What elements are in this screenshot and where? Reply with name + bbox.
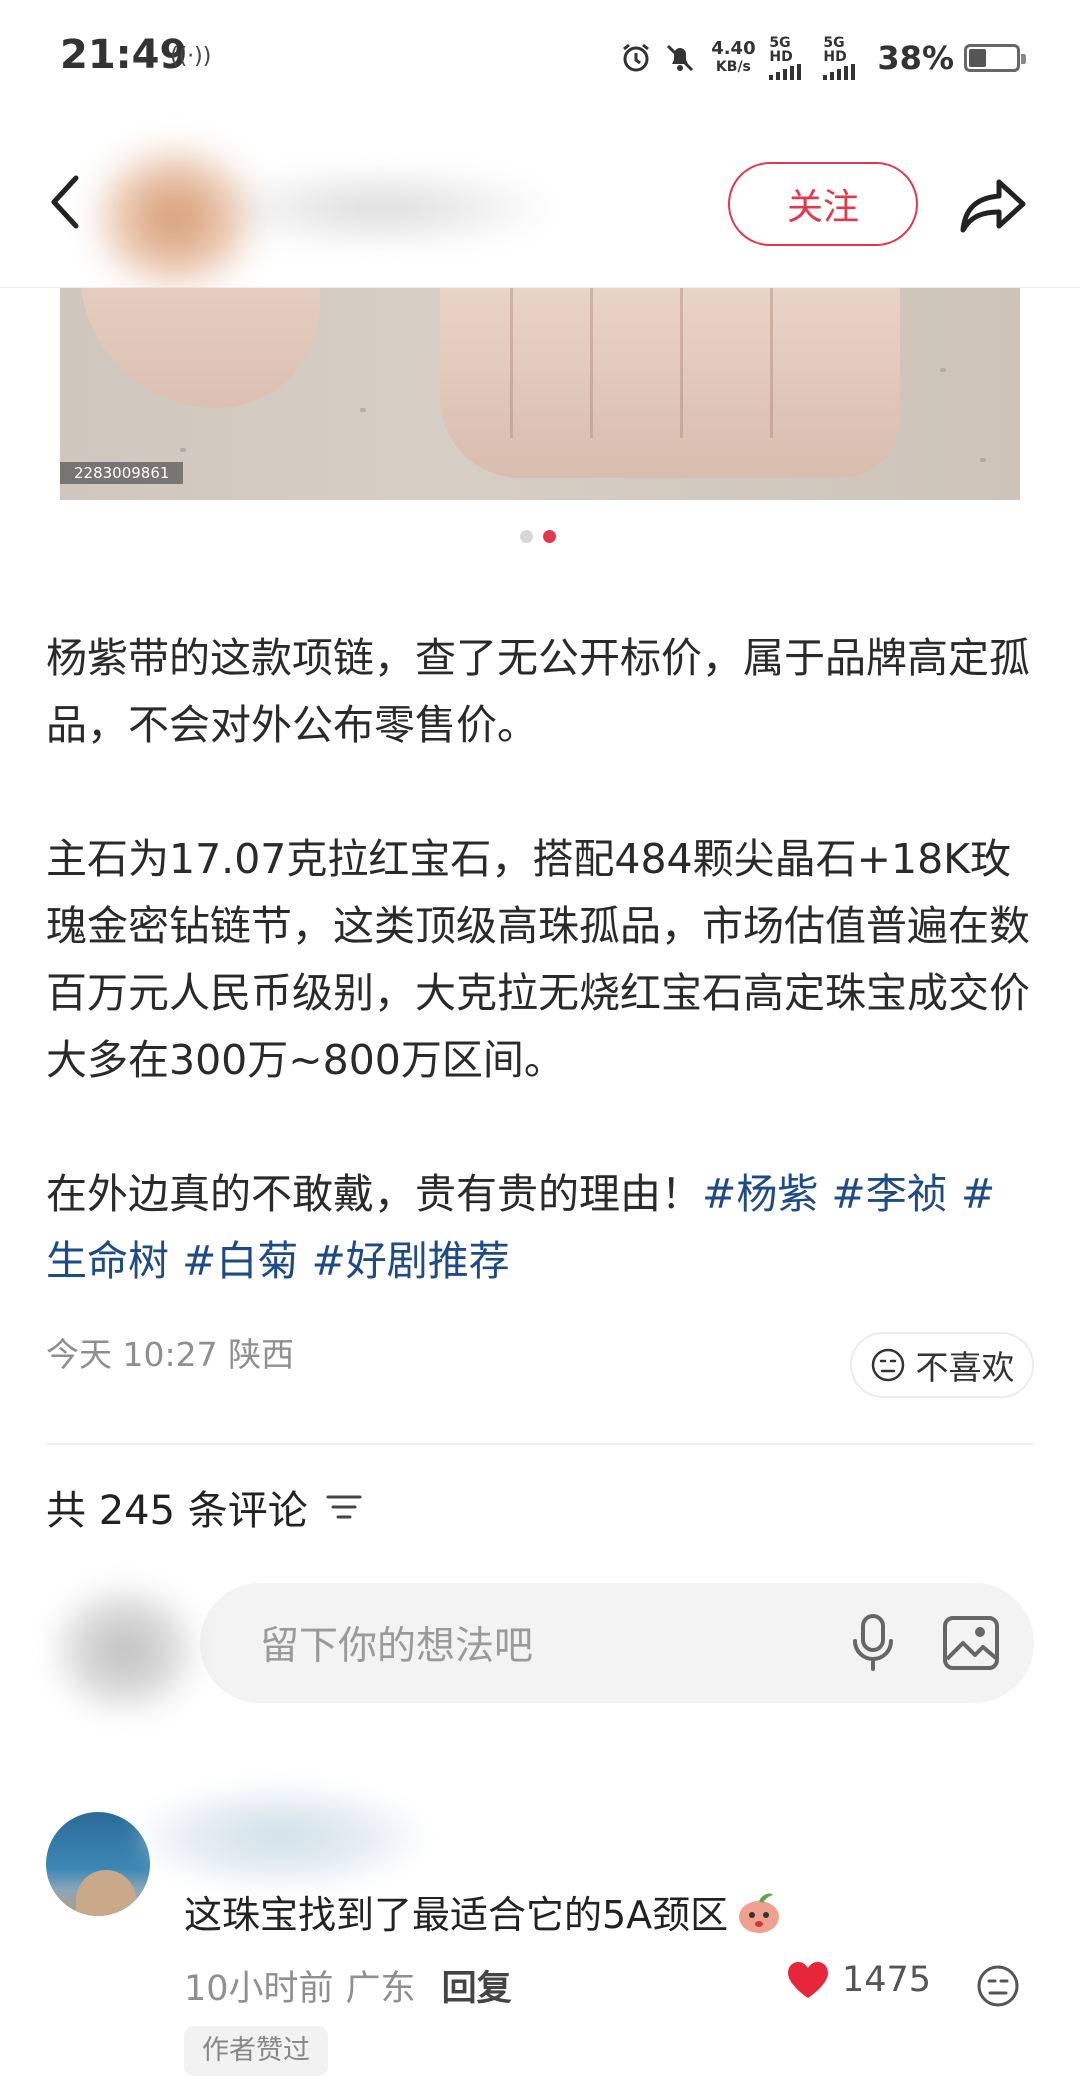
signal-2: 5G HD xyxy=(823,36,867,80)
avatar-rock xyxy=(76,1870,136,1916)
status-time: 21:49 xyxy=(60,32,188,78)
hashtag-link[interactable]: #李祯 xyxy=(831,1170,947,1218)
signal-bars-icon xyxy=(823,64,867,80)
share-button[interactable] xyxy=(954,166,1034,246)
author-info-blurred[interactable] xyxy=(80,128,580,298)
reply-button[interactable]: 回复 xyxy=(442,1960,512,2011)
post-body: 杨紫带的这款项链，查了无公开标价，属于品牌高定孤品，不会对外公布零售价。 主石为… xyxy=(46,625,1036,1295)
comments-header: 共 245 条评论 xyxy=(46,1478,362,1536)
comment-location: 广东 xyxy=(345,1969,416,2009)
battery-fill xyxy=(969,49,986,67)
carousel-dot[interactable] xyxy=(520,530,533,543)
floor-speck xyxy=(980,458,986,462)
post-image[interactable]: 2283009861 xyxy=(60,288,1020,500)
post-time: 今天 10:27 xyxy=(46,1335,218,1374)
status-bar: 21:49 ((·)) 4.40 KB/s 5G HD 5G HD 38% xyxy=(0,0,1080,118)
dress-fold xyxy=(770,288,773,438)
battery-icon xyxy=(964,44,1026,72)
emoji-reaction-icon[interactable] xyxy=(974,1962,1022,2010)
dress-fold xyxy=(590,288,593,438)
hashtag-link[interactable]: #白菊 xyxy=(182,1237,298,1285)
net-speed: 4.40 KB/s xyxy=(707,40,759,76)
header: 关注 xyxy=(0,118,1080,298)
sort-filter-icon[interactable] xyxy=(326,1492,362,1522)
comment-meta: 10小时前 广东 回复 xyxy=(184,1960,512,2011)
post-meta: 今天 10:27 陕西 xyxy=(46,1328,294,1376)
status-icons: 4.40 KB/s 5G HD 5G HD 38% xyxy=(619,36,1026,80)
comment-text-body: 这珠宝找到了最适合它的5A颈区 xyxy=(184,1893,729,1937)
like-count: 1475 xyxy=(842,1960,932,2000)
battery-percent: 38% xyxy=(877,39,954,77)
alarm-icon xyxy=(619,41,653,75)
dislike-button[interactable]: 不喜欢 xyxy=(850,1332,1034,1398)
signal-bars-icon xyxy=(769,64,813,80)
post-paragraph-3-text: 在外边真的不敢戴，贵有贵的理由！ xyxy=(46,1170,702,1218)
dress-fold xyxy=(510,288,513,438)
neutral-face-icon xyxy=(871,1348,904,1382)
microphone-icon[interactable] xyxy=(838,1608,908,1678)
commenter-name-blurred[interactable] xyxy=(120,1772,440,1902)
post-location: 陕西 xyxy=(228,1335,295,1374)
heart-icon xyxy=(788,1962,828,1998)
follow-button[interactable]: 关注 xyxy=(728,162,918,246)
net-type-label: 5G HD xyxy=(769,35,793,65)
comment-text: 这珠宝找到了最适合它的5A颈区 xyxy=(184,1884,784,1939)
comment-input[interactable]: 留下你的想法吧 xyxy=(200,1583,1034,1703)
floor-speck xyxy=(180,448,186,452)
like-button[interactable]: 1475 xyxy=(786,1960,931,2000)
post-paragraph-2: 主石为17.07克拉红宝石，搭配484颗尖晶石+18K玫瑰金密钻链节，这类顶级高… xyxy=(46,835,1030,1084)
comment-time: 10小时前 xyxy=(184,1969,334,2009)
author-liked-badge: 作者赞过 xyxy=(184,2026,328,2076)
dislike-label: 不喜欢 xyxy=(915,1348,1015,1387)
mute-bell-icon xyxy=(663,41,697,75)
floor-speck xyxy=(360,408,366,412)
my-avatar-blurred xyxy=(20,1560,270,1740)
carousel-dot-active[interactable] xyxy=(543,530,556,543)
post-paragraph-1: 杨紫带的这款项链，查了无公开标价，属于品牌高定孤品，不会对外公布零售价。 xyxy=(46,634,1030,749)
dress-hem-right xyxy=(440,288,900,478)
divider xyxy=(46,1443,1034,1445)
net-speed-unit: KB/s xyxy=(715,59,751,75)
image-icon[interactable] xyxy=(936,1608,1006,1678)
net-type-label: 5G HD xyxy=(823,35,847,65)
peach-sticker-icon xyxy=(739,1892,780,1933)
hashtag-link[interactable]: #杨紫 xyxy=(702,1170,818,1218)
dress-hem-left xyxy=(80,288,320,408)
comment-input-placeholder[interactable]: 留下你的想法吧 xyxy=(260,1615,838,1671)
hotspot-icon: ((·)) xyxy=(170,44,212,69)
signal-1: 5G HD xyxy=(769,36,813,80)
image-id-label: 2283009861 xyxy=(60,462,184,484)
floor-speck xyxy=(940,368,946,372)
battery-tip xyxy=(1021,54,1026,64)
carousel-indicator xyxy=(520,530,556,543)
share-arrow-icon xyxy=(960,179,1026,233)
hashtag-link[interactable]: #好剧推荐 xyxy=(311,1237,509,1285)
comments-count-title: 共 245 条评论 xyxy=(46,1488,308,1534)
post-paragraph-3: 在外边真的不敢戴，贵有贵的理由！#杨紫 #李祯 #生命树 #白菊 #好剧推荐 xyxy=(46,1161,1036,1295)
net-speed-value: 4.40 xyxy=(711,38,756,59)
dress-fold xyxy=(680,288,683,438)
